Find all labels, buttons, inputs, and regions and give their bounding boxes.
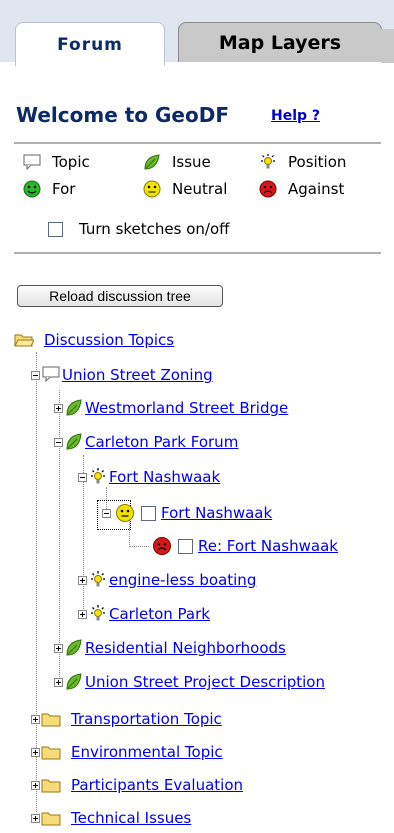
sketches-checkbox[interactable]: [48, 221, 63, 237]
folder-icon: [41, 713, 61, 727]
collapse-toggle[interactable]: [54, 437, 63, 447]
tree-link-union-description[interactable]: Union Street Project Description: [85, 673, 325, 691]
tree-node-comment: Fort Nashwaak: [102, 503, 272, 523]
folder-icon: [41, 746, 61, 760]
divider: [14, 142, 381, 144]
leaf-icon: [142, 152, 162, 172]
expand-toggle[interactable]: [78, 575, 87, 585]
lightbulb-icon: [91, 468, 105, 484]
smiley-yellow-icon: [116, 504, 134, 522]
tree-link-technical[interactable]: Technical Issues: [71, 809, 191, 827]
tree-node-position: Fort Nashwaak: [78, 467, 220, 487]
legend-issue: Issue: [142, 152, 211, 172]
folder-icon: [41, 812, 61, 826]
expand-toggle[interactable]: [54, 677, 63, 687]
collapse-toggle[interactable]: [31, 370, 40, 380]
tree-link-union-street-zoning[interactable]: Union Street Zoning: [62, 366, 213, 384]
tree-link-root[interactable]: Discussion Topics: [44, 331, 174, 349]
legend-against-label: Against: [288, 180, 345, 198]
tree-node-topic: Union Street Zoning: [31, 365, 213, 385]
reply-checkbox[interactable]: [178, 538, 193, 554]
smiley-yellow-icon: [142, 179, 162, 199]
expand-toggle[interactable]: [54, 643, 63, 653]
lightbulb-icon: [91, 571, 105, 587]
expand-toggle[interactable]: [54, 403, 63, 413]
tree-node-position: engine-less boating: [78, 570, 256, 590]
tree-link-comment-fort[interactable]: Fort Nashwaak: [161, 504, 272, 522]
smiley-green-icon: [22, 179, 42, 199]
expand-toggle[interactable]: [31, 714, 40, 724]
tree-node-folder: Technical Issues: [31, 809, 191, 827]
legend-position: Position: [258, 152, 346, 172]
legend-neutral-label: Neutral: [172, 180, 228, 198]
tree-node-issue: Carleton Park Forum: [54, 432, 238, 452]
expand-toggle[interactable]: [31, 813, 40, 823]
tree-line: [129, 546, 149, 547]
expand-toggle[interactable]: [31, 780, 40, 790]
comment-checkbox[interactable]: [141, 505, 156, 521]
leaf-icon: [66, 433, 82, 450]
tree-link-participants[interactable]: Participants Evaluation: [71, 776, 243, 794]
tab-bar: Forum Map Layers: [0, 0, 394, 66]
folder-icon: [41, 779, 61, 793]
tree-link-carleton-park[interactable]: Carleton Park: [109, 605, 210, 623]
tree-node-position: Carleton Park: [78, 604, 210, 624]
leaf-icon: [66, 399, 82, 416]
tree-node-issue: Residential Neighborhoods: [54, 638, 286, 658]
smiley-red-icon: [258, 179, 278, 199]
tree-node-issue: Westmorland Street Bridge: [54, 398, 288, 418]
tree-root: Discussion Topics: [14, 331, 174, 349]
legend-topic: Topic: [22, 152, 90, 172]
sketch-toggle-row: Turn sketches on/off: [48, 220, 229, 238]
leaf-icon: [66, 639, 82, 656]
collapse-toggle[interactable]: [102, 508, 111, 518]
tree-node-reply: Re: Fort Nashwaak: [152, 536, 338, 556]
legend-topic-label: Topic: [52, 153, 90, 171]
tree-link-fort-nashwaak[interactable]: Fort Nashwaak: [109, 468, 220, 486]
expand-toggle[interactable]: [31, 747, 40, 757]
expand-toggle[interactable]: [78, 609, 87, 619]
legend-for: For: [22, 179, 75, 199]
lightbulb-icon: [91, 605, 105, 621]
legend-position-label: Position: [288, 153, 347, 171]
tree-node-issue: Union Street Project Description: [54, 672, 325, 692]
help-link[interactable]: Help ?: [271, 108, 320, 124]
sketches-label: Turn sketches on/off: [79, 220, 230, 238]
collapse-toggle[interactable]: [78, 472, 87, 482]
leaf-icon: [66, 673, 82, 690]
speech-bubble-icon: [22, 152, 42, 172]
tree-link-westmorland[interactable]: Westmorland Street Bridge: [85, 399, 288, 417]
legend-for-label: For: [52, 180, 76, 198]
lightbulb-icon: [258, 152, 278, 172]
legend-neutral: Neutral: [142, 179, 227, 199]
smiley-red-icon: [153, 537, 171, 555]
tab-forum[interactable]: Forum: [15, 22, 165, 66]
tree-link-engine-less-boating[interactable]: engine-less boating: [109, 571, 256, 589]
legend-against: Against: [258, 179, 344, 199]
tab-map-layers[interactable]: Map Layers: [178, 22, 394, 63]
tree-link-environmental[interactable]: Environmental Topic: [71, 743, 223, 761]
tree-link-carleton-park-forum[interactable]: Carleton Park Forum: [85, 433, 238, 451]
folder-open-icon: [14, 334, 34, 347]
speech-bubble-icon: [42, 366, 60, 383]
page-title: Welcome to GeoDF: [16, 103, 229, 127]
reload-tree-button[interactable]: Reload discussion tree: [17, 285, 223, 307]
divider: [14, 252, 381, 254]
tree-node-folder: Transportation Topic: [31, 710, 222, 728]
tree-node-folder: Participants Evaluation: [31, 776, 243, 794]
tree-node-folder: Environmental Topic: [31, 743, 223, 761]
tree-link-residential[interactable]: Residential Neighborhoods: [85, 639, 286, 657]
tree-link-re-fort[interactable]: Re: Fort Nashwaak: [198, 537, 338, 555]
legend-issue-label: Issue: [172, 153, 211, 171]
tree-link-transportation[interactable]: Transportation Topic: [71, 710, 222, 728]
